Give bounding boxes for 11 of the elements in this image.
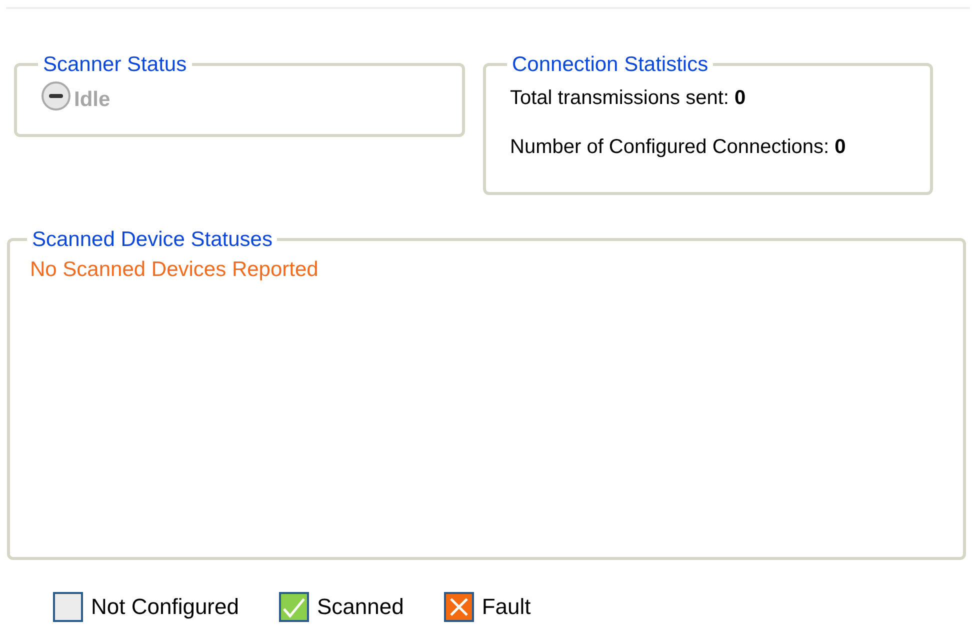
legend-label: Not Configured <box>91 593 239 621</box>
status-label: Idle <box>74 86 110 112</box>
panel-title: Connection Statistics <box>511 52 710 78</box>
panel-title: Scanned Device Statuses <box>31 227 274 253</box>
panel-title: Scanner Status <box>42 52 188 78</box>
legend-label: Scanned <box>316 593 404 621</box>
status-message: No Scanned Devices Reported <box>30 256 318 282</box>
minus-circle-icon <box>41 81 71 112</box>
legend-label: Fault <box>482 593 531 621</box>
statistic-text: Number of Configured Connections: 0 <box>510 134 846 160</box>
statistic-text: Total transmissions sent: 0 <box>510 86 746 110</box>
